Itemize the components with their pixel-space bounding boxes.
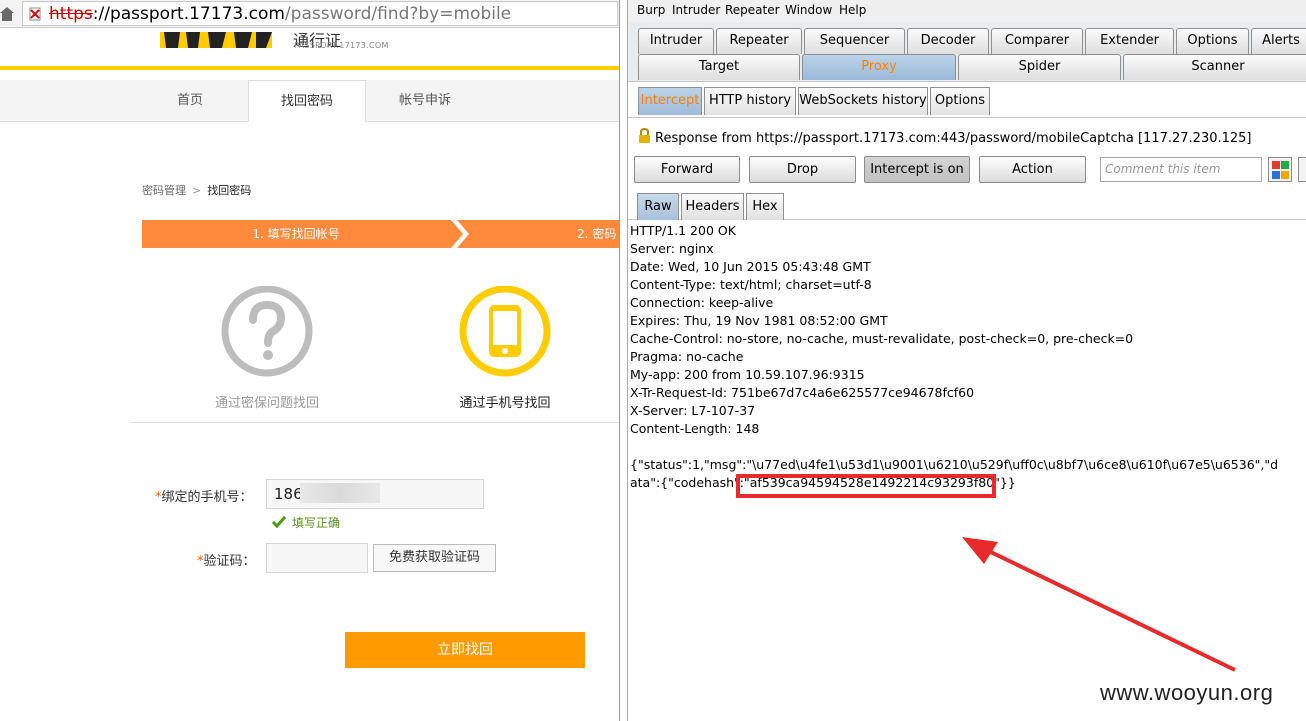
phone-validation-message: 填写正确	[272, 514, 340, 531]
tab-extender[interactable]: Extender	[1085, 28, 1174, 54]
captcha-input[interactable]	[266, 543, 368, 573]
breadcrumb-separator: >	[192, 184, 202, 197]
subtab-options[interactable]: Options	[930, 87, 990, 115]
method-question-label: 通过密保问题找回	[214, 396, 319, 411]
burp-menubar: Burp Intruder Repeater Window Help	[628, 0, 1306, 22]
question-mark-icon	[221, 286, 313, 377]
nav-tab-home[interactable]: 首页	[150, 80, 230, 122]
get-captcha-button[interactable]: 免费获取验证码	[373, 544, 496, 572]
raw-line: Date: Wed, 10 Jun 2015 05:43:48 GMT	[630, 259, 871, 274]
nav-tab-account-appeal[interactable]: 帐号申诉	[380, 80, 470, 122]
raw-line: X-Server: L7-107-37	[630, 403, 756, 418]
raw-line	[630, 438, 1305, 456]
tab-scanner[interactable]: Scanner	[1123, 54, 1306, 80]
home-icon[interactable]	[0, 4, 14, 22]
raw-line: My-app: 200 from 10.59.107.96:9315	[630, 367, 865, 382]
nav-tab-find-password[interactable]: 找回密码	[248, 80, 366, 122]
step-2: 2. 密码	[460, 220, 619, 248]
step-1: 1. 填写找回帐号	[142, 220, 450, 248]
view-tab-raw[interactable]: Raw	[637, 193, 679, 220]
raw-line: Content-Length: 148	[630, 421, 760, 436]
tab-target[interactable]: Target	[638, 54, 800, 80]
tab-options[interactable]: Options	[1176, 28, 1249, 54]
breadcrumb-parent[interactable]: 密码管理	[142, 184, 186, 197]
tab-alerts[interactable]: Alerts	[1251, 28, 1306, 54]
drop-button[interactable]: Drop	[749, 156, 856, 183]
raw-line: HTTP/1.1 200 OK	[630, 223, 736, 238]
url-scheme: https	[49, 4, 93, 24]
certificate-error-icon[interactable]	[29, 7, 41, 21]
breadcrumb-current: 找回密码	[207, 184, 252, 197]
highlight-color-button[interactable]	[1268, 157, 1292, 182]
response-info: Response from https://passport.17173.com…	[638, 128, 1252, 146]
menu-help[interactable]: Help	[839, 3, 866, 17]
site-logo[interactable]	[160, 28, 272, 48]
overflow-button[interactable]	[1298, 157, 1306, 182]
raw-line: {"status":1,"msg":"\u77ed\u4fe1\u53d1\u9…	[630, 457, 1279, 472]
message-view-tabs: Raw Headers Hex	[628, 193, 1306, 220]
raw-line: Server: nginx	[630, 241, 714, 256]
step-arrow-icon	[445, 220, 469, 248]
captcha-label: *验证码：	[197, 554, 256, 569]
url-host: ://passport.17173.com	[92, 4, 285, 24]
site-nav: 首页 找回密码 帐号申诉	[0, 80, 619, 122]
burp-main-tabs: Intruder Repeater Sequencer Decoder Comp…	[628, 22, 1306, 82]
watermark: www.wooyun.org	[1100, 680, 1274, 705]
method-mobile[interactable]: 通过手机号找回	[420, 286, 590, 411]
view-tab-headers[interactable]: Headers	[681, 193, 744, 220]
menu-repeater[interactable]: Repeater	[725, 3, 780, 17]
url-path: /password/find?by=mobile	[284, 4, 512, 24]
submit-button[interactable]: 立即找回	[345, 632, 585, 668]
menu-burp[interactable]: Burp	[637, 3, 665, 17]
browser-window: https://passport.17173.com/password/find…	[0, 0, 620, 721]
check-icon	[272, 516, 286, 528]
progress-steps: 1. 填写找回帐号 2. 密码	[142, 220, 619, 248]
subtab-websockets-history[interactable]: WebSockets history	[798, 87, 928, 115]
raw-line: Pragma: no-cache	[630, 349, 744, 364]
view-tab-hex[interactable]: Hex	[746, 193, 784, 220]
url-input[interactable]: https://passport.17173.com/password/find…	[22, 1, 618, 26]
comment-input[interactable]: Comment this item	[1100, 157, 1262, 182]
subtab-intercept[interactable]: Intercept	[638, 87, 702, 115]
header-divider	[0, 66, 619, 70]
phone-label: *绑定的手机号：	[155, 490, 253, 505]
proxy-subtabs: Intercept HTTP history WebSockets histor…	[628, 82, 1306, 118]
method-security-question[interactable]: 通过密保问题找回	[182, 286, 352, 411]
tab-comparer[interactable]: Comparer	[991, 28, 1083, 54]
mobile-phone-icon	[459, 286, 551, 377]
logo-subtitle: PASSPORT.17173.COM	[294, 41, 389, 50]
raw-line: Expires: Thu, 19 Nov 1981 08:52:00 GMT	[630, 313, 888, 328]
method-mobile-label: 通过手机号找回	[459, 396, 551, 411]
section-divider	[130, 422, 619, 423]
raw-line: Connection: keep-alive	[630, 295, 774, 310]
breadcrumb: 密码管理 > 找回密码	[142, 182, 251, 198]
subtab-http-history[interactable]: HTTP history	[704, 87, 796, 115]
tab-proxy[interactable]: Proxy	[802, 54, 956, 80]
intercept-toggle[interactable]: Intercept is on	[864, 156, 970, 183]
forward-button[interactable]: Forward	[634, 156, 740, 183]
tab-repeater[interactable]: Repeater	[716, 28, 802, 54]
tab-spider[interactable]: Spider	[958, 54, 1121, 80]
address-bar: https://passport.17173.com/password/find…	[0, 0, 619, 28]
menu-window[interactable]: Window	[785, 3, 832, 17]
url-text: https://passport.17173.com/password/find…	[49, 3, 511, 25]
menu-intruder[interactable]: Intruder	[672, 3, 720, 17]
phone-number-mask	[300, 483, 380, 503]
lock-icon	[639, 128, 650, 143]
raw-line: X-Tr-Request-Id: 751be67d7c4a6e625577ce9…	[630, 385, 975, 400]
raw-line: Content-Type: text/html; charset=utf-8	[630, 277, 872, 292]
action-button[interactable]: Action	[979, 156, 1086, 183]
annotation-arrow	[962, 537, 1236, 672]
tab-sequencer[interactable]: Sequencer	[804, 28, 905, 54]
raw-line: Cache-Control: no-store, no-cache, must-…	[630, 331, 1134, 346]
tab-decoder[interactable]: Decoder	[907, 28, 989, 54]
tab-intruder[interactable]: Intruder	[638, 28, 714, 54]
codehash-highlight	[736, 474, 996, 498]
